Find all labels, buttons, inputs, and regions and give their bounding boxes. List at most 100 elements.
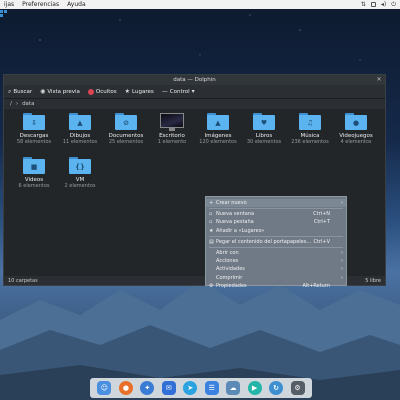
search-icon: ⌕: [8, 87, 12, 95]
menu-separator: [209, 235, 343, 237]
status-free-space: 5 libre: [365, 277, 381, 284]
menu-item-crear-nuevo[interactable]: + Crear nuevo ›: [206, 199, 346, 208]
menu-help[interactable]: Ayuda: [63, 1, 90, 8]
menu-item-nueva-pestana[interactable]: ▫ Nueva pestaña Ctrl+T: [206, 218, 346, 226]
item-count: 4 elementos: [340, 139, 372, 145]
close-icon[interactable]: ✕: [375, 76, 383, 84]
braces-icon: {}: [69, 157, 91, 174]
breadcrumb: / › data: [4, 98, 385, 109]
chevron-down-icon: ▾: [191, 88, 195, 95]
control-label: Control: [169, 88, 190, 95]
folder-imagenes[interactable]: ▲ Imágenes 120 elementos: [195, 113, 241, 145]
menu-item-anadir-lugares[interactable]: ★ Añadir a «Lugares»: [206, 227, 346, 235]
folder-descargas[interactable]: ⇩ Descargas 58 elementos: [11, 113, 57, 145]
image-folder-icon: ▲: [69, 113, 91, 130]
window-icon: ▫: [209, 211, 213, 218]
power-icon[interactable]: ⏻: [391, 1, 396, 9]
folder-videos[interactable]: ■ Videos 6 elementos: [11, 157, 57, 189]
places-label: Lugares: [132, 88, 154, 95]
hidden-icon: [87, 88, 94, 95]
menu-file[interactable]: ijas: [0, 1, 18, 8]
control-menu-button[interactable]: — Control ▾: [162, 88, 195, 95]
status-folder-count: 10 carpetas: [8, 277, 38, 284]
item-count: 58 elementos: [16, 139, 52, 145]
hidden-label: Ocultos: [95, 88, 117, 95]
breadcrumb-root[interactable]: /: [10, 101, 12, 107]
context-menu: + Crear nuevo › ▫ Nueva ventana Ctrl+N ▫…: [205, 196, 347, 289]
folder-dibujos[interactable]: ▲ Dibujos 11 elementos: [57, 113, 103, 145]
folder-documentos[interactable]: ⊘ Documentos 25 elementos: [103, 113, 149, 145]
menu-item-comprimir[interactable]: Comprimir ›: [206, 274, 346, 282]
menu-item-propiedades[interactable]: ⚙ Propiedades Alt+Return: [206, 282, 346, 290]
chevron-right-icon: ›: [341, 258, 343, 265]
network-icon[interactable]: ⇅: [361, 1, 366, 8]
mail-icon[interactable]: ✉: [161, 381, 176, 395]
menu-item-abrir-con[interactable]: Abrir con ›: [206, 249, 346, 257]
sync-icon[interactable]: ↻: [269, 381, 284, 395]
heart-icon: ♥: [253, 113, 275, 130]
star-icon: ★: [124, 88, 131, 95]
folder-musica[interactable]: ♫ Música 236 elementos: [287, 113, 333, 145]
folder-vm[interactable]: {} VM 2 elementos: [57, 157, 103, 189]
clipboard-icon[interactable]: [370, 2, 376, 7]
app-launcher-icon[interactable]: [0, 10, 8, 20]
player-icon[interactable]: ▶: [247, 381, 262, 395]
volume-icon[interactable]: ◂): [381, 1, 386, 8]
menu-preferences[interactable]: Preferencias: [18, 1, 63, 8]
github-icon: ●: [345, 113, 367, 130]
window-title: data — Dolphin: [173, 77, 216, 83]
paperclip-icon: ⊘: [115, 113, 137, 130]
preview-label: Vista previa: [47, 88, 80, 95]
item-count: 6 elementos: [18, 183, 50, 189]
item-count: 30 elementos: [246, 139, 282, 145]
menu-item-nueva-ventana[interactable]: ▫ Nueva ventana Ctrl+N: [206, 210, 346, 218]
menu-separator: [209, 246, 343, 248]
eye-icon: ◉: [40, 88, 46, 95]
menu-item-acciones[interactable]: Acciones ›: [206, 257, 346, 265]
properties-icon: ⚙: [209, 282, 214, 289]
menu-separator: [209, 208, 343, 210]
finder-icon[interactable]: ☺: [97, 381, 112, 395]
menu-lines-icon: —: [161, 88, 168, 95]
pictures-icon: ▲: [207, 113, 229, 130]
preview-button[interactable]: ◉ Vista previa: [40, 88, 80, 95]
places-button[interactable]: ★ Lugares: [125, 88, 154, 95]
notes-icon[interactable]: ☰: [204, 381, 219, 395]
chevron-right-icon: ›: [341, 200, 343, 207]
chevron-right-icon: ›: [341, 266, 343, 273]
top-menubar: ijas Preferencias Ayuda ⇅ ◂) ⏻: [0, 0, 400, 9]
folder-videojuegos[interactable]: ● Videojuegos 4 elementos: [333, 113, 379, 145]
firefox-icon[interactable]: ●: [118, 381, 133, 395]
chevron-right-icon: ›: [341, 274, 343, 281]
shortcut: Ctrl+T: [313, 219, 330, 226]
shortcut: Alt+Return: [302, 282, 330, 289]
window-titlebar[interactable]: data — Dolphin ✕: [4, 75, 385, 85]
system-tray: ⇅ ◂) ⏻: [361, 0, 400, 9]
item-count: 11 elementos: [62, 139, 98, 145]
video-icon: ■: [23, 157, 45, 174]
item-count: 2 elementos: [64, 183, 96, 189]
folder-libros[interactable]: ♥ Libros 30 elementos: [241, 113, 287, 145]
item-count: 236 elementos: [291, 139, 329, 145]
cloud-icon[interactable]: ☁: [226, 381, 241, 395]
shortcut: Ctrl+V: [313, 238, 330, 245]
tab-icon: ▫: [209, 219, 213, 226]
new-icon: +: [209, 200, 214, 207]
folder-escritorio[interactable]: Escritorio 1 elemento: [149, 113, 195, 145]
bookmark-icon: ★: [209, 227, 214, 234]
dock: ☺ ● ✦ ✉ ➤ ☰ ☁ ▶ ↻ ⚙: [90, 378, 312, 398]
chevron-right-icon: ›: [15, 101, 19, 107]
download-icon: ⇩: [23, 113, 45, 130]
menu-item-actividades[interactable]: Actividades ›: [206, 265, 346, 273]
telegram-icon[interactable]: ➤: [183, 381, 198, 395]
paste-icon: ▤: [209, 238, 214, 245]
safari-icon[interactable]: ✦: [140, 381, 155, 395]
music-icon: ♫: [299, 113, 321, 130]
breadcrumb-current[interactable]: data: [22, 101, 34, 107]
settings-icon[interactable]: ⚙: [290, 381, 305, 395]
search-button[interactable]: ⌕ Buscar: [8, 88, 32, 96]
item-count: 25 elementos: [108, 139, 144, 145]
hidden-files-button[interactable]: Ocultos: [87, 88, 117, 95]
shortcut: Ctrl+N: [313, 211, 330, 218]
menu-item-pegar[interactable]: ▤ Pegar el contenido del portapapeles...…: [206, 238, 346, 246]
